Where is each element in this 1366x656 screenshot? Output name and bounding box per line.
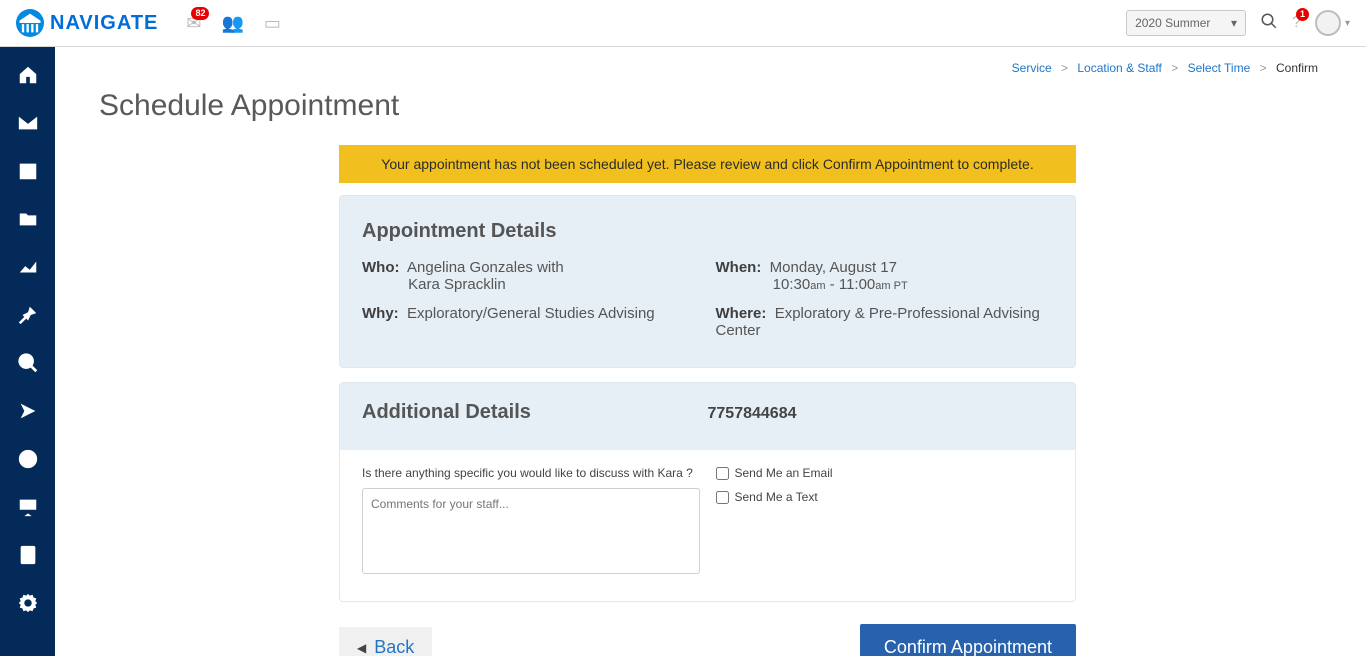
details-who: Who: Angelina Gonzales with Kara Sprackl… — [362, 259, 700, 293]
who-label: Who: — [362, 259, 399, 276]
when-sep: - — [826, 276, 839, 293]
details-why: Why: Exploratory/General Studies Advisin… — [362, 305, 700, 339]
back-button[interactable]: ◀ Back — [339, 627, 432, 656]
back-label: Back — [374, 637, 414, 656]
send-email-checkbox[interactable] — [716, 467, 729, 480]
breadcrumb: Service > Location & Staff > Select Time… — [99, 61, 1322, 75]
users-icon[interactable]: 👥 — [221, 13, 243, 34]
additional-heading: Additional Details — [362, 401, 708, 424]
details-when: When: Monday, August 17 10:30am - 11:00a… — [716, 259, 1054, 293]
avatar — [1315, 10, 1341, 36]
breadcrumb-service[interactable]: Service — [1012, 61, 1052, 75]
nav-activity[interactable] — [15, 446, 41, 472]
top-left-icons: ✉ 82 👥 ▭ — [186, 13, 281, 34]
when-label: When: — [716, 259, 762, 276]
send-email-label: Send Me an Email — [735, 466, 833, 480]
page-title: Schedule Appointment — [99, 89, 1322, 123]
when-t1: 10:30 — [773, 276, 811, 293]
details-heading: Appointment Details — [362, 220, 1053, 243]
user-menu[interactable]: ▾ — [1315, 10, 1350, 36]
window-icon[interactable]: ▭ — [264, 13, 281, 34]
term-select-value: 2020 Summer — [1135, 16, 1210, 30]
chevron-down-icon: ▾ — [1231, 16, 1237, 30]
notification-options: Send Me an Email Send Me a Text — [716, 466, 1054, 579]
where-label: Where: — [716, 305, 767, 322]
breadcrumb-sep: > — [1061, 61, 1068, 75]
when-date: Monday, August 17 — [770, 259, 897, 276]
brand-logo-icon — [16, 9, 44, 37]
when-ampm2: am — [875, 280, 890, 292]
who-line2: Kara Spracklin — [408, 276, 506, 293]
topbar: NAVIGATE ✉ 82 👥 ▭ 2020 Summer ▾ ? 1 ▾ — [0, 0, 1366, 47]
nav-pin[interactable] — [15, 302, 41, 328]
confirm-appointment-button[interactable]: Confirm Appointment — [860, 624, 1076, 656]
mail-badge: 82 — [191, 7, 209, 20]
when-tz: PT — [891, 280, 908, 292]
breadcrumb-current: Confirm — [1276, 61, 1318, 75]
send-email-option[interactable]: Send Me an Email — [716, 466, 1054, 480]
nav-folder[interactable] — [15, 206, 41, 232]
when-t2: 11:00 — [839, 276, 875, 293]
who-line1: Angelina Gonzales with — [407, 259, 564, 276]
top-right: 2020 Summer ▾ ? 1 ▾ — [1126, 10, 1350, 36]
term-select[interactable]: 2020 Summer ▾ — [1126, 10, 1246, 36]
main: Service > Location & Staff > Select Time… — [55, 47, 1366, 656]
nav-messages[interactable] — [15, 110, 41, 136]
warning-alert: Your appointment has not been scheduled … — [339, 145, 1076, 183]
help-badge: 1 — [1296, 8, 1309, 21]
content-column: Your appointment has not been scheduled … — [339, 145, 1076, 656]
details-where: Where: Exploratory & Pre-Professional Ad… — [716, 305, 1054, 339]
breadcrumb-select-time[interactable]: Select Time — [1188, 61, 1251, 75]
send-text-option[interactable]: Send Me a Text — [716, 490, 1054, 504]
additional-details-panel: Additional Details 7757844684 Is there a… — [339, 382, 1076, 602]
nav-home[interactable] — [15, 62, 41, 88]
help-icon[interactable]: ? 1 — [1292, 14, 1301, 32]
nav-analytics[interactable] — [15, 254, 41, 280]
why-label: Why: — [362, 305, 399, 322]
nav-settings[interactable] — [15, 590, 41, 616]
nav-campaigns[interactable] — [15, 398, 41, 424]
breadcrumb-sep: > — [1171, 61, 1178, 75]
comments-input[interactable] — [362, 488, 700, 574]
back-triangle-icon: ◀ — [357, 641, 366, 655]
nav-calendar[interactable] — [15, 158, 41, 184]
sidebar — [0, 47, 55, 656]
send-text-label: Send Me a Text — [735, 490, 818, 504]
send-text-checkbox[interactable] — [716, 491, 729, 504]
brand-text: NAVIGATE — [50, 12, 158, 35]
nav-search[interactable] — [15, 350, 41, 376]
breadcrumb-location-staff[interactable]: Location & Staff — [1077, 61, 1162, 75]
nav-presentation[interactable] — [15, 494, 41, 520]
why-value: Exploratory/General Studies Advising — [407, 305, 655, 322]
comments-section: Is there anything specific you would lik… — [362, 466, 700, 579]
comments-question: Is there anything specific you would lik… — [362, 466, 700, 480]
mail-icon[interactable]: ✉ 82 — [186, 13, 201, 34]
appointment-details-panel: Appointment Details Who: Angelina Gonzal… — [339, 195, 1076, 368]
phone-number: 7757844684 — [708, 401, 1054, 440]
breadcrumb-sep: > — [1260, 61, 1267, 75]
when-ampm1: am — [810, 280, 825, 292]
brand[interactable]: NAVIGATE — [16, 9, 158, 37]
search-icon[interactable] — [1260, 12, 1278, 35]
pager: ◀ Back Confirm Appointment — [339, 616, 1076, 656]
chevron-down-icon: ▾ — [1345, 18, 1350, 29]
nav-document[interactable] — [15, 542, 41, 568]
